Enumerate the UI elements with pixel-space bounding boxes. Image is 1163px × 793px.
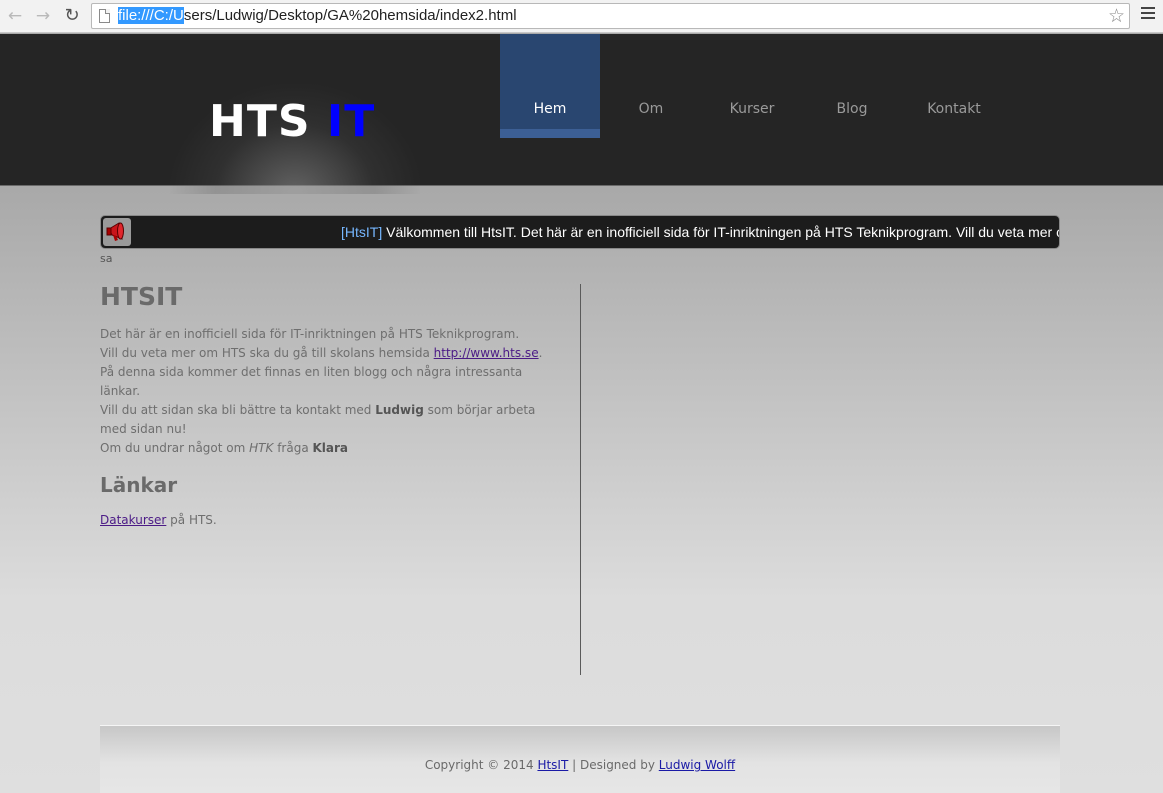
- nav-blog[interactable]: Blog: [802, 34, 902, 138]
- contact-name: Ludwig: [375, 403, 424, 417]
- footer-site-link[interactable]: HtsIT: [537, 758, 568, 772]
- designer-link[interactable]: Ludwig Wolff: [659, 758, 735, 772]
- star-icon[interactable]: ☆: [1108, 4, 1125, 28]
- ticker-overflow-text: sa: [100, 252, 113, 265]
- footer-text: Copyright © 2014 HtsIT | Designed by Lud…: [100, 758, 1060, 772]
- site-footer: Copyright © 2014 HtsIT | Designed by Lud…: [100, 725, 1060, 793]
- nav-hem[interactable]: Hem: [500, 34, 600, 138]
- page-title: HTSIT: [100, 282, 183, 311]
- datakurser-link[interactable]: Datakurser: [100, 513, 166, 527]
- reload-button[interactable]: ↻: [60, 4, 84, 28]
- links-list: Datakurser på HTS.: [100, 511, 550, 530]
- nav-om[interactable]: Om: [601, 34, 701, 138]
- intro-text: Det här är en inofficiell sida för IT-in…: [100, 325, 550, 458]
- page-icon: [99, 9, 110, 23]
- logo-accent: IT: [326, 96, 376, 147]
- megaphone-icon: [103, 218, 131, 246]
- ticker-text: Välkommen till HtsIT. Det här är en inof…: [382, 224, 1060, 240]
- site-logo[interactable]: HTS IT: [209, 96, 375, 147]
- site-header: HTS IT Hem Om Kurser Blog Kontakt: [0, 34, 1163, 194]
- intro-line-3: På denna sida kommer det finnas en liten…: [100, 365, 523, 398]
- intro-line-5: Om du undrar något om: [100, 441, 250, 455]
- forward-button[interactable]: →: [31, 4, 55, 28]
- back-button[interactable]: ←: [3, 4, 27, 28]
- contact-name-2: Klara: [312, 441, 349, 455]
- browser-toolbar: ← → ↻ file:///C:/Users/Ludwig/Desktop/GA…: [0, 0, 1163, 33]
- hts-website-link[interactable]: http://www.hts.se: [434, 346, 539, 360]
- nav-kurser[interactable]: Kurser: [702, 34, 802, 138]
- news-ticker: [HtsIT] Välkommen till HtsIT. Det här är…: [100, 215, 1060, 249]
- links-suffix: på HTS.: [166, 513, 217, 527]
- htk-text: HTK: [249, 441, 274, 455]
- ticker-message: [HtsIT] Välkommen till HtsIT. Det här är…: [341, 224, 1060, 240]
- copyright-text: Copyright © 2014: [424, 758, 538, 772]
- links-heading: Länkar: [100, 473, 178, 497]
- nav-kontakt[interactable]: Kontakt: [904, 34, 1004, 138]
- url-selected-text: file:///C:/U: [118, 7, 184, 24]
- url-rest-text: sers/Ludwig/Desktop/GA%20hemsida/index2.…: [183, 7, 517, 24]
- intro-line-5-mid: fråga: [273, 441, 313, 455]
- hamburger-icon[interactable]: [1141, 7, 1155, 22]
- url-text[interactable]: file:///C:/Users/Ludwig/Desktop/GA%20hem…: [118, 7, 517, 24]
- intro-line-4: Vill du att sidan ska bli bättre ta kont…: [100, 403, 376, 417]
- column-divider: [580, 284, 581, 675]
- footer-separator: | Designed by: [568, 758, 659, 772]
- address-bar[interactable]: file:///C:/Users/Ludwig/Desktop/GA%20hem…: [91, 3, 1130, 29]
- main-content: HTSIT Det här är en inofficiell sida för…: [100, 282, 550, 530]
- intro-line-2-end: .: [538, 346, 543, 360]
- ticker-tag: [HtsIT]: [341, 224, 383, 240]
- logo-main: HTS: [209, 96, 327, 147]
- intro-line-2: Vill du veta mer om HTS ska du gå till s…: [100, 346, 434, 360]
- intro-line-1: Det här är en inofficiell sida för IT-in…: [100, 327, 520, 341]
